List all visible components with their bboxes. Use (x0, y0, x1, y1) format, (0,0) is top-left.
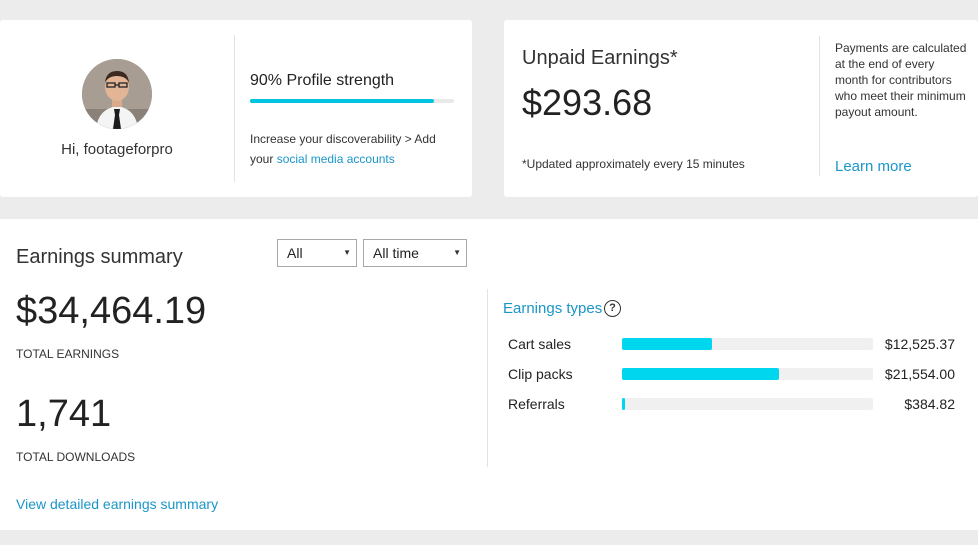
earnings-type-value: $384.82 (904, 396, 955, 412)
earnings-type-bar (622, 338, 873, 350)
earnings-summary-title: Earnings summary (16, 246, 183, 268)
payment-info-text: Payments are calculated at the end of ev… (835, 41, 967, 119)
period-filter-value: All time (373, 245, 419, 261)
earnings-type-value: $12,525.37 (884, 336, 955, 352)
earnings-type-bar-fill (622, 398, 625, 410)
unpaid-divider (819, 36, 820, 176)
total-downloads-value: 1,741 (16, 393, 112, 435)
earnings-types-title: Earnings types (503, 300, 603, 317)
learn-more-link[interactable]: Learn more (835, 158, 912, 175)
earnings-type-label: Cart sales (508, 336, 572, 352)
earnings-type-label: Referrals (508, 396, 565, 412)
avatar[interactable] (82, 59, 152, 129)
unpaid-earnings-title: Unpaid Earnings* (522, 47, 678, 69)
profile-strength-title: 90% Profile strength (250, 72, 395, 89)
type-filter-select[interactable]: All ▼ (277, 239, 357, 267)
total-earnings-value: $34,464.19 (16, 290, 207, 332)
total-downloads-label: TOTAL DOWNLOADS (16, 450, 136, 464)
unpaid-earnings-amount: $293.68 (522, 82, 653, 123)
unpaid-earnings-card: Unpaid Earnings* $293.68 *Updated approx… (504, 20, 978, 197)
earnings-type-value: $21,554.00 (884, 366, 955, 382)
profile-strength-fill (250, 99, 434, 103)
type-filter-value: All (287, 245, 303, 261)
profile-strength-bar (250, 99, 454, 103)
earnings-type-bar (622, 368, 873, 380)
avatar-image (82, 59, 152, 129)
earnings-type-bar-fill (622, 338, 713, 350)
greeting-text: Hi, footageforpro (61, 141, 173, 158)
unpaid-update-note: *Updated approximately every 15 minutes (522, 157, 745, 171)
profile-tip: Increase your discoverability > Add your… (250, 129, 455, 169)
chevron-down-icon: ▼ (453, 248, 461, 257)
summary-divider (487, 289, 488, 467)
chevron-down-icon: ▼ (343, 248, 351, 257)
earnings-type-label: Clip packs (508, 366, 573, 382)
social-media-accounts-link[interactable]: social media accounts (277, 152, 395, 166)
earnings-summary-card: Earnings summary All ▼ All time ▼ $34,46… (0, 219, 978, 530)
help-icon[interactable]: ? (604, 300, 621, 317)
profile-divider (234, 35, 235, 182)
earnings-type-bar-fill (622, 368, 779, 380)
profile-card: Hi, footageforpro 90% Profile strength I… (0, 20, 472, 197)
earnings-type-bar (622, 398, 873, 410)
period-filter-select[interactable]: All time ▼ (363, 239, 467, 267)
view-detailed-earnings-link[interactable]: View detailed earnings summary (16, 496, 218, 512)
total-earnings-label: TOTAL EARNINGS (16, 347, 120, 361)
